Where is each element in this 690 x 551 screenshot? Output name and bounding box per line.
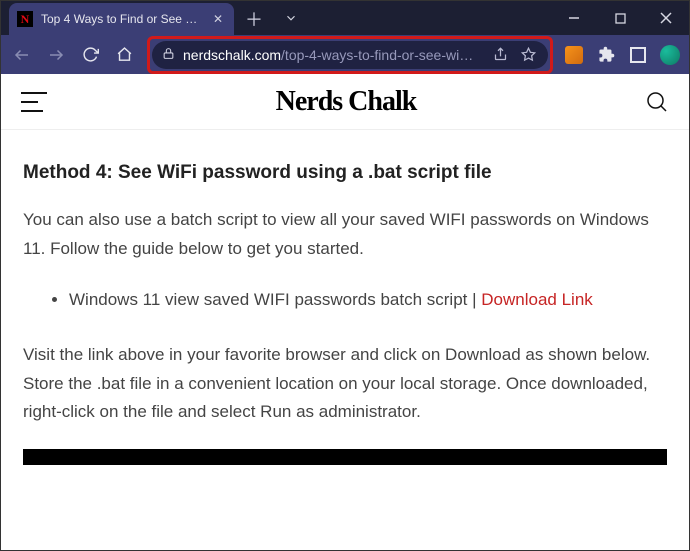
new-tab-button[interactable]: ＋: [240, 5, 268, 33]
site-logo[interactable]: Nerds Chalk: [276, 86, 417, 118]
reader-extension-icon[interactable]: [625, 42, 651, 68]
metamask-extension-icon[interactable]: [561, 42, 587, 68]
tab-favicon: N: [17, 11, 33, 27]
url-text: nerdschalk.com/top-4-ways-to-find-or-see…: [183, 47, 482, 63]
tab-title: Top 4 Ways to Find or See WiFi P: [41, 12, 202, 26]
search-icon[interactable]: [645, 90, 669, 114]
bookmark-star-icon[interactable]: [518, 47, 538, 62]
article-content: Method 4: See WiFi password using a .bat…: [1, 130, 689, 427]
extension-icons: [561, 42, 683, 68]
method-heading: Method 4: See WiFi password using a .bat…: [23, 162, 667, 184]
article-paragraph-2: Visit the link above in your favorite br…: [23, 341, 667, 428]
browser-titlebar: N Top 4 Ways to Find or See WiFi P ✕ ＋: [1, 1, 689, 35]
close-window-icon[interactable]: [643, 1, 689, 35]
browser-toolbar: nerdschalk.com/top-4-ways-to-find-or-see…: [1, 35, 689, 74]
address-bar[interactable]: nerdschalk.com/top-4-ways-to-find-or-see…: [152, 41, 548, 69]
browser-tab[interactable]: N Top 4 Ways to Find or See WiFi P ✕: [9, 3, 234, 35]
reload-button[interactable]: [75, 40, 105, 70]
embedded-image: [23, 449, 667, 465]
article-paragraph-1: You can also use a batch script to view …: [23, 206, 667, 264]
list-item: Windows 11 view saved WIFI passwords bat…: [69, 286, 667, 315]
menu-icon[interactable]: [21, 92, 47, 112]
extensions-puzzle-icon[interactable]: [593, 42, 619, 68]
maximize-icon[interactable]: [597, 1, 643, 35]
list-item-text: Windows 11 view saved WIFI passwords bat…: [69, 290, 467, 309]
profile-avatar-icon[interactable]: [657, 42, 683, 68]
home-button[interactable]: [109, 40, 139, 70]
url-path: /top-4-ways-to-find-or-see-wi…: [281, 47, 473, 63]
article-list: Windows 11 view saved WIFI passwords bat…: [23, 286, 667, 315]
close-icon[interactable]: ✕: [210, 12, 226, 26]
forward-button[interactable]: [41, 40, 71, 70]
tabs-dropdown-icon[interactable]: [268, 1, 314, 35]
minimize-icon[interactable]: [551, 1, 597, 35]
window-controls: [551, 1, 689, 35]
address-bar-highlight: nerdschalk.com/top-4-ways-to-find-or-see…: [147, 36, 553, 74]
list-item-separator: |: [467, 290, 481, 309]
lock-icon[interactable]: [162, 47, 175, 63]
url-domain: nerdschalk.com: [183, 47, 281, 63]
site-header: Nerds Chalk: [1, 74, 689, 130]
download-link[interactable]: Download Link: [481, 290, 593, 309]
share-icon[interactable]: [490, 47, 510, 62]
back-button[interactable]: [7, 40, 37, 70]
